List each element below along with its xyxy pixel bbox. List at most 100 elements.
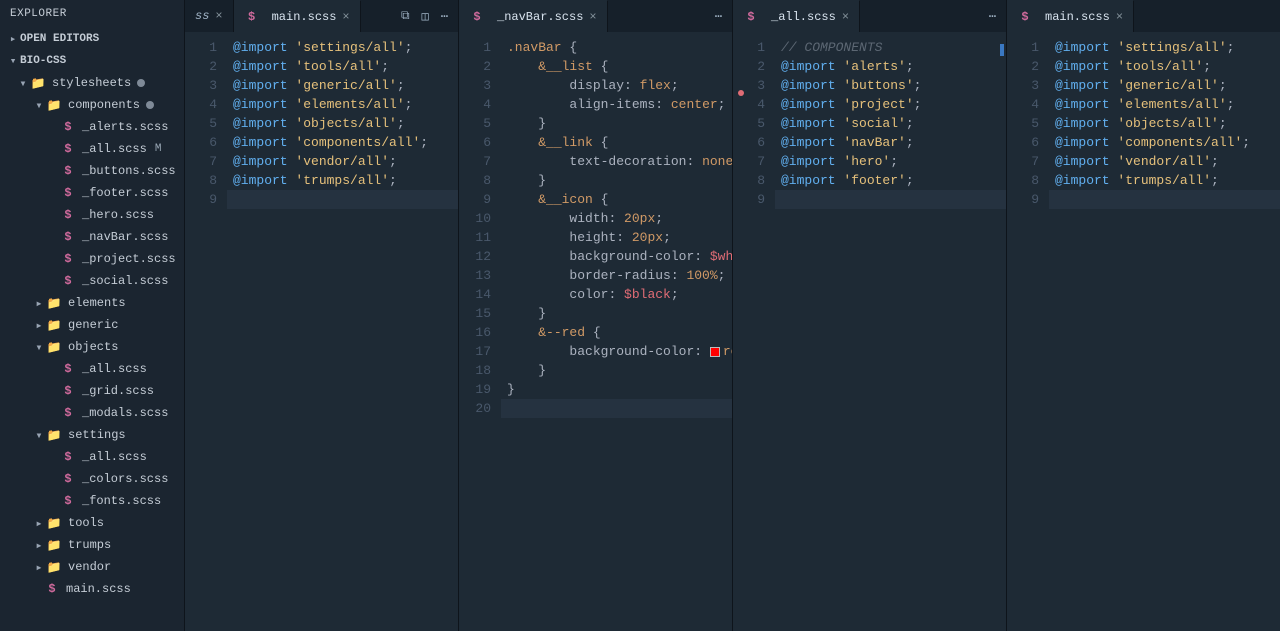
code-area[interactable]: 123456789// COMPONENTS@import 'alerts';@… bbox=[733, 32, 1006, 631]
code-line[interactable]: width: 20px; bbox=[501, 209, 732, 228]
code-line[interactable]: @import 'vendor/all'; bbox=[227, 152, 458, 171]
split-icon[interactable]: ◫ bbox=[422, 9, 429, 24]
code-line[interactable]: @import 'vendor/all'; bbox=[1049, 152, 1280, 171]
code-line[interactable]: @import 'elements/all'; bbox=[1049, 95, 1280, 114]
file-_fonts.scss[interactable]: _fonts.scss bbox=[0, 490, 184, 512]
code-line[interactable]: @import 'project'; bbox=[775, 95, 1006, 114]
close-icon[interactable]: × bbox=[589, 10, 596, 24]
close-icon[interactable]: × bbox=[215, 9, 222, 23]
code-line[interactable]: .navBar { bbox=[501, 38, 732, 57]
folder-vendor[interactable]: ▸vendor bbox=[0, 556, 184, 578]
folder-objects[interactable]: ▾objects bbox=[0, 336, 184, 358]
code-line[interactable] bbox=[775, 190, 1006, 209]
code-line[interactable]: &__list { bbox=[501, 57, 732, 76]
code-line[interactable]: @import 'buttons'; bbox=[775, 76, 1006, 95]
project-section[interactable]: ▾ BIO-CSS bbox=[0, 50, 184, 72]
code-line[interactable]: } bbox=[501, 380, 732, 399]
code-line[interactable] bbox=[1049, 190, 1280, 209]
file-_modals.scss[interactable]: _modals.scss bbox=[0, 402, 184, 424]
code-line[interactable]: color: $black; bbox=[501, 285, 732, 304]
code-line[interactable]: @import 'generic/all'; bbox=[1049, 76, 1280, 95]
tab-main.scss[interactable]: main.scss× bbox=[234, 0, 361, 32]
code-line[interactable]: @import 'settings/all'; bbox=[1049, 38, 1280, 57]
code-line[interactable]: &__icon { bbox=[501, 190, 732, 209]
more-icon[interactable]: ⋯ bbox=[989, 9, 996, 24]
code-line[interactable]: @import 'elements/all'; bbox=[227, 95, 458, 114]
token: none bbox=[702, 154, 732, 169]
code-line[interactable]: @import 'components/all'; bbox=[227, 133, 458, 152]
code-area[interactable]: 1234567891011121314151617181920.navBar {… bbox=[459, 32, 732, 631]
folder-tools[interactable]: ▸tools bbox=[0, 512, 184, 534]
code-line[interactable]: // COMPONENTS bbox=[775, 38, 1006, 57]
file-tree[interactable]: ▾stylesheets▾components_alerts.scss_all.… bbox=[0, 72, 184, 631]
tab-ss[interactable]: ss× bbox=[185, 0, 234, 32]
file-_grid.scss[interactable]: _grid.scss bbox=[0, 380, 184, 402]
open-editors-section[interactable]: ▸ OPEN EDITORS bbox=[0, 28, 184, 50]
file-_all.scss[interactable]: _all.scss bbox=[0, 446, 184, 468]
code-line[interactable]: background-color: $white; bbox=[501, 247, 732, 266]
code-line[interactable]: &__link { bbox=[501, 133, 732, 152]
code-lines[interactable]: .navBar { &__list { display: flex; align… bbox=[501, 32, 732, 631]
code-line[interactable]: @import 'settings/all'; bbox=[227, 38, 458, 57]
code-line[interactable]: @import 'generic/all'; bbox=[227, 76, 458, 95]
code-line[interactable]: @import 'footer'; bbox=[775, 171, 1006, 190]
code-area[interactable]: 123456789@import 'settings/all';@import … bbox=[1007, 32, 1280, 631]
folder-generic[interactable]: ▸generic bbox=[0, 314, 184, 336]
code-line[interactable] bbox=[501, 399, 732, 418]
file-_alerts.scss[interactable]: _alerts.scss bbox=[0, 116, 184, 138]
file-_colors.scss[interactable]: _colors.scss bbox=[0, 468, 184, 490]
tab-_navBar.scss[interactable]: _navBar.scss× bbox=[459, 0, 608, 32]
file-_footer.scss[interactable]: _footer.scss bbox=[0, 182, 184, 204]
code-line[interactable]: @import 'tools/all'; bbox=[227, 57, 458, 76]
folder-components[interactable]: ▾components bbox=[0, 94, 184, 116]
folder-settings[interactable]: ▾settings bbox=[0, 424, 184, 446]
file-main.scss[interactable]: main.scss bbox=[0, 578, 184, 600]
file-_social.scss[interactable]: _social.scss bbox=[0, 270, 184, 292]
tab-_all.scss[interactable]: _all.scss× bbox=[733, 0, 860, 32]
folder-elements[interactable]: ▸elements bbox=[0, 292, 184, 314]
file-_hero.scss[interactable]: _hero.scss bbox=[0, 204, 184, 226]
code-line[interactable]: @import 'tools/all'; bbox=[1049, 57, 1280, 76]
code-area[interactable]: 123456789@import 'settings/all';@import … bbox=[185, 32, 458, 631]
file-_project.scss[interactable]: _project.scss bbox=[0, 248, 184, 270]
close-icon[interactable]: × bbox=[342, 10, 349, 24]
line-number: 1 bbox=[737, 38, 765, 57]
code-line[interactable]: @import 'objects/all'; bbox=[1049, 114, 1280, 133]
code-lines[interactable]: @import 'settings/all';@import 'tools/al… bbox=[227, 32, 458, 631]
code-line[interactable]: height: 20px; bbox=[501, 228, 732, 247]
file-_navBar.scss[interactable]: _navBar.scss bbox=[0, 226, 184, 248]
file-_buttons.scss[interactable]: _buttons.scss bbox=[0, 160, 184, 182]
code-line[interactable]: @import 'social'; bbox=[775, 114, 1006, 133]
code-line[interactable]: background-color: red; bbox=[501, 342, 732, 361]
code-line[interactable]: @import 'trumps/all'; bbox=[227, 171, 458, 190]
diff-icon[interactable]: ⧉ bbox=[401, 9, 410, 23]
code-lines[interactable]: // COMPONENTS@import 'alerts';@import 'b… bbox=[775, 32, 1006, 631]
code-line[interactable]: } bbox=[501, 171, 732, 190]
code-line[interactable]: display: flex; bbox=[501, 76, 732, 95]
close-icon[interactable]: × bbox=[1116, 10, 1123, 24]
folder-stylesheets[interactable]: ▾stylesheets bbox=[0, 72, 184, 94]
file-_all.scss[interactable]: _all.scss bbox=[0, 358, 184, 380]
more-icon[interactable]: ⋯ bbox=[715, 9, 722, 24]
code-line[interactable] bbox=[227, 190, 458, 209]
code-line[interactable]: @import 'hero'; bbox=[775, 152, 1006, 171]
code-line[interactable]: } bbox=[501, 361, 732, 380]
code-line[interactable]: @import 'trumps/all'; bbox=[1049, 171, 1280, 190]
folder-trumps[interactable]: ▸trumps bbox=[0, 534, 184, 556]
code-line[interactable]: align-items: center; bbox=[501, 95, 732, 114]
code-line[interactable]: } bbox=[501, 304, 732, 323]
code-line[interactable]: text-decoration: none; bbox=[501, 152, 732, 171]
close-icon[interactable]: × bbox=[842, 10, 849, 24]
token: flex bbox=[640, 78, 671, 93]
code-lines[interactable]: @import 'settings/all';@import 'tools/al… bbox=[1049, 32, 1280, 631]
code-line[interactable]: border-radius: 100%; bbox=[501, 266, 732, 285]
file-_all.scss[interactable]: _all.scssM bbox=[0, 138, 184, 160]
tab-main.scss[interactable]: main.scss× bbox=[1007, 0, 1134, 32]
more-icon[interactable]: ⋯ bbox=[441, 9, 448, 24]
code-line[interactable]: @import 'components/all'; bbox=[1049, 133, 1280, 152]
code-line[interactable]: @import 'navBar'; bbox=[775, 133, 1006, 152]
code-line[interactable]: @import 'objects/all'; bbox=[227, 114, 458, 133]
code-line[interactable]: } bbox=[501, 114, 732, 133]
code-line[interactable]: &--red { bbox=[501, 323, 732, 342]
code-line[interactable]: @import 'alerts'; bbox=[775, 57, 1006, 76]
